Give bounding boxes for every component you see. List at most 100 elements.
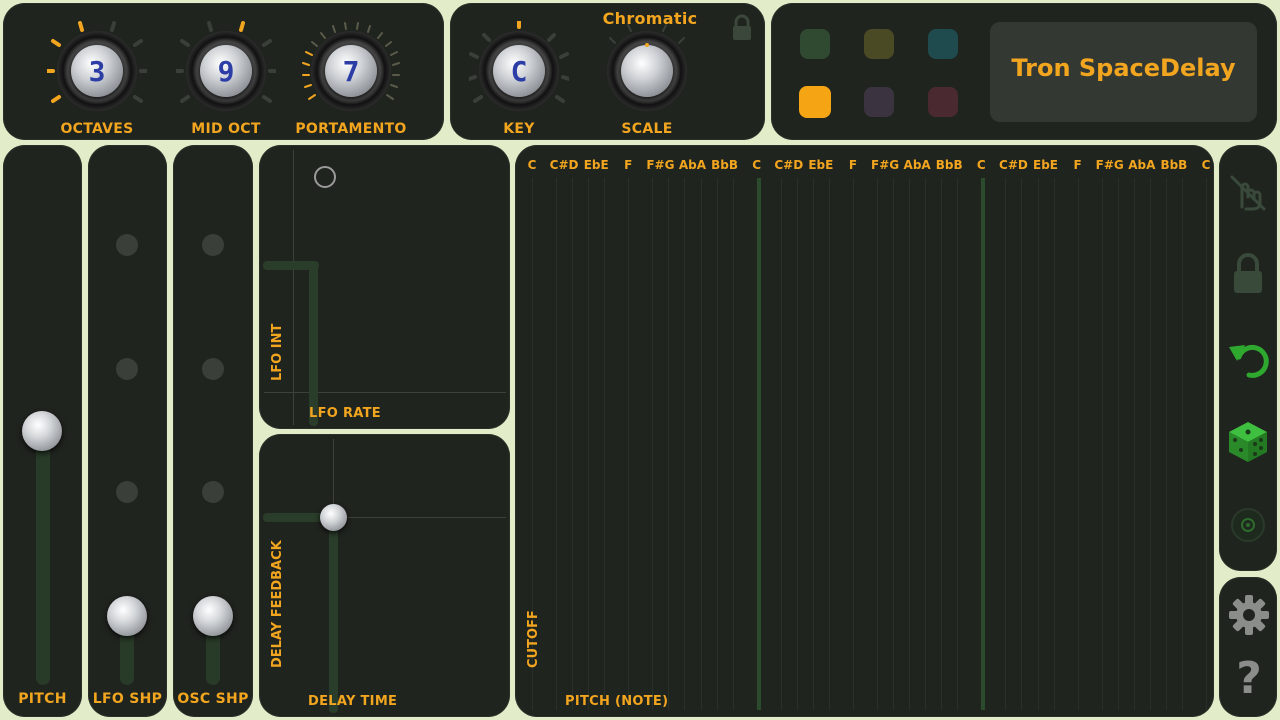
note-grid-line xyxy=(652,178,654,710)
lfo-shape-step-dot xyxy=(116,358,138,380)
pitch-note-label: PITCH (NOTE) xyxy=(565,694,669,709)
note-label: EbE xyxy=(1033,158,1059,172)
note-label: F#G xyxy=(870,158,900,172)
note-grid-line xyxy=(572,178,574,710)
note-grid-line xyxy=(852,178,854,710)
pitch-slider-panel: PITCH xyxy=(3,145,82,717)
portamento-knob[interactable]: 7 xyxy=(301,21,401,121)
pitch-slider-track[interactable] xyxy=(36,443,50,685)
pitch-cutoff-pad[interactable] xyxy=(515,145,1214,717)
note-grid-line xyxy=(668,178,670,710)
note-grid-line xyxy=(716,178,718,710)
lfo-shape-label: LFO SHP xyxy=(92,691,163,707)
gear-icon[interactable] xyxy=(1227,593,1271,641)
delay-feedback-label: DELAY FEEDBACK xyxy=(270,540,285,668)
osc-shape-slider-panel: OSC SHP xyxy=(173,145,253,717)
color-swatch-orange[interactable] xyxy=(799,86,831,118)
octave-line xyxy=(756,178,761,710)
note-grid-line xyxy=(1021,178,1023,710)
lock-icon[interactable] xyxy=(731,14,753,46)
pad-crosshair-horizontal xyxy=(264,392,506,393)
lfo-xy-pad[interactable]: LFO INT LFO RATE xyxy=(259,145,510,429)
delay-pad-handle[interactable] xyxy=(320,504,347,531)
note-label: F xyxy=(848,158,858,172)
osc-shape-step-dot xyxy=(202,234,224,256)
pitch-label: PITCH xyxy=(18,691,67,707)
no-touch-icon[interactable] xyxy=(1228,171,1268,217)
note-grid-line xyxy=(1101,178,1103,710)
note-grid-line xyxy=(780,178,782,710)
settings-sidebar: ? xyxy=(1219,577,1277,717)
lfo-rate-label: LFO RATE xyxy=(309,406,381,421)
mid-oct-knob[interactable]: 9 xyxy=(176,21,276,121)
key-label: KEY xyxy=(503,121,535,137)
note-grid-line xyxy=(628,178,630,710)
note-label: C#D xyxy=(549,158,579,172)
note-grid-line xyxy=(732,178,734,710)
delay-xy-pad[interactable]: DELAY FEEDBACK DELAY TIME xyxy=(259,434,510,717)
note-label: EbE xyxy=(583,158,609,172)
note-grid-line xyxy=(925,178,927,710)
scale-knob[interactable] xyxy=(597,21,697,121)
note-grid-line xyxy=(1005,178,1007,710)
delay-time-bar xyxy=(329,513,338,713)
lfo-shape-step-dot xyxy=(116,481,138,503)
note-label: EbE xyxy=(808,158,834,172)
lfo-rate-bar xyxy=(309,261,318,426)
pitch-slider-thumb[interactable] xyxy=(22,411,62,451)
note-label: AbA xyxy=(903,158,931,172)
key-knob[interactable]: C xyxy=(469,21,569,121)
color-swatch-red[interactable] xyxy=(928,87,958,117)
note-grid-line xyxy=(700,178,702,710)
key-scale-panel: Chromatic C KEY SCALE xyxy=(450,3,765,140)
note-label: C#D xyxy=(999,158,1028,172)
note-label: BbB xyxy=(935,158,963,172)
color-swatch-olive[interactable] xyxy=(864,29,894,59)
note-label: BbB xyxy=(711,158,739,172)
dice-icon[interactable] xyxy=(1227,420,1269,468)
osc-shape-label: OSC SHP xyxy=(177,691,249,707)
note-label: C xyxy=(1201,158,1211,172)
pad-crosshair-vertical xyxy=(293,150,294,425)
lfo-pad-handle[interactable] xyxy=(314,166,336,188)
color-swatch-purple[interactable] xyxy=(864,87,894,117)
record-icon[interactable] xyxy=(1231,506,1265,548)
note-grid-line xyxy=(812,178,814,710)
note-grid-line xyxy=(909,178,911,710)
note-grid-line xyxy=(1077,178,1079,710)
note-grid-line xyxy=(957,178,959,710)
note-grid-line xyxy=(828,178,830,710)
note-grid-line xyxy=(1181,178,1183,710)
preset-name-box[interactable]: Tron SpaceDelay xyxy=(990,22,1257,122)
undo-icon[interactable] xyxy=(1227,337,1271,385)
mid-oct-value: 9 xyxy=(200,45,252,97)
lock-icon[interactable] xyxy=(1230,251,1266,299)
delay-time-label: DELAY TIME xyxy=(308,694,398,709)
scale-indicator xyxy=(645,43,649,47)
color-swatch-teal[interactable] xyxy=(928,29,958,59)
note-grid-line xyxy=(588,178,590,710)
note-grid-line xyxy=(556,178,558,710)
portamento-value: 7 xyxy=(325,45,377,97)
lfo-shape-step-dot xyxy=(116,234,138,256)
note-label: F#G xyxy=(1095,158,1124,172)
note-label: C xyxy=(976,158,986,172)
color-swatch-green[interactable] xyxy=(800,29,830,59)
octaves-label: OCTAVES xyxy=(60,121,134,137)
osc-shape-slider-thumb[interactable] xyxy=(193,596,233,636)
scale-label: SCALE xyxy=(621,121,673,137)
note-label: F xyxy=(1073,158,1082,172)
cutoff-label: CUTOFF xyxy=(526,610,541,668)
help-glyph: ? xyxy=(1236,653,1262,704)
note-label: C xyxy=(527,158,537,172)
note-grid-line xyxy=(796,178,798,710)
octaves-knob[interactable]: 3 xyxy=(47,21,147,121)
lfo-shape-slider-thumb[interactable] xyxy=(107,596,147,636)
help-icon[interactable]: ? xyxy=(1231,655,1267,703)
tools-sidebar xyxy=(1219,145,1277,571)
osc-shape-step-dot xyxy=(202,358,224,380)
note-grid-line xyxy=(1037,178,1039,710)
preset-name: Tron SpaceDelay xyxy=(1011,54,1236,82)
note-grid-line xyxy=(684,178,686,710)
octaves-value: 3 xyxy=(71,45,123,97)
